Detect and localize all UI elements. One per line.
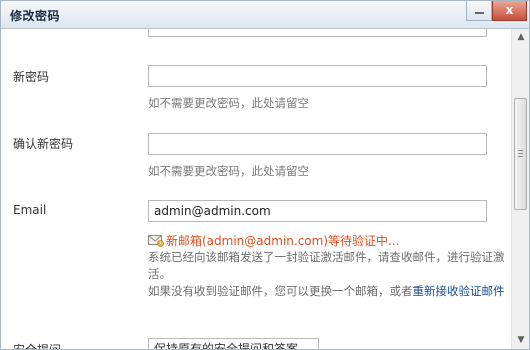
- email-info-line2-text: 如果没有收到验证邮件，您可以更换一个邮箱，或者: [148, 284, 413, 298]
- scroll-up-arrow-icon[interactable]: ▲: [512, 29, 529, 46]
- grip-line: [518, 150, 523, 151]
- email-info-line1: 系统已经向该邮箱发送了一封验证激活邮件，请查收邮件，进行验证激活。: [148, 250, 505, 281]
- minimize-icon: [475, 12, 484, 14]
- scroll-down-arrow-icon[interactable]: ▼: [512, 332, 529, 349]
- email-pending-text: 新邮箱(admin@admin.com)等待验证中...: [166, 234, 400, 248]
- mail-pending-icon: [148, 233, 164, 247]
- email-pending-status: 新邮箱(admin@admin.com)等待验证中...: [148, 232, 399, 248]
- new-password-hint: 如不需要更改密码，此处请留空: [148, 96, 309, 110]
- resend-verification-link[interactable]: 重新接收验证邮件: [413, 284, 505, 298]
- dialog-title: 修改密码: [10, 9, 61, 23]
- vertical-scrollbar[interactable]: ▲ ▼: [511, 29, 529, 349]
- scroll-thumb[interactable]: [514, 98, 527, 210]
- confirm-password-label: 确认新密码: [13, 137, 74, 151]
- email-info-line2: 如果没有收到验证邮件，您可以更换一个邮箱，或者重新接收验证邮件: [148, 283, 510, 300]
- minimize-button[interactable]: [466, 1, 492, 21]
- grip-line: [518, 156, 523, 157]
- security-question-select[interactable]: 保持原有的安全提问和答案: [148, 338, 319, 349]
- new-password-input[interactable]: [148, 65, 487, 87]
- close-button[interactable]: x: [492, 1, 527, 21]
- email-input[interactable]: [148, 200, 487, 222]
- confirm-password-hint: 如不需要更改密码，此处请留空: [148, 164, 309, 178]
- title-bar[interactable]: 修改密码 x: [1, 1, 529, 29]
- previous-field-input[interactable]: [148, 29, 487, 37]
- security-question-label: 安全提问: [13, 341, 61, 349]
- new-password-label: 新密码: [13, 70, 50, 84]
- grip-line: [518, 153, 523, 154]
- email-label: Email: [13, 203, 47, 217]
- form-content: 新密码 如不需要更改密码，此处请留空 确认新密码 如不需要更改密码，此处请留空 …: [1, 29, 511, 349]
- change-password-dialog: 修改密码 x 新密码 如不需要更改密码，此处请留空 确认新密码 如不需要更改密码…: [0, 0, 530, 350]
- close-icon: x: [505, 3, 514, 17]
- confirm-password-input[interactable]: [148, 133, 487, 155]
